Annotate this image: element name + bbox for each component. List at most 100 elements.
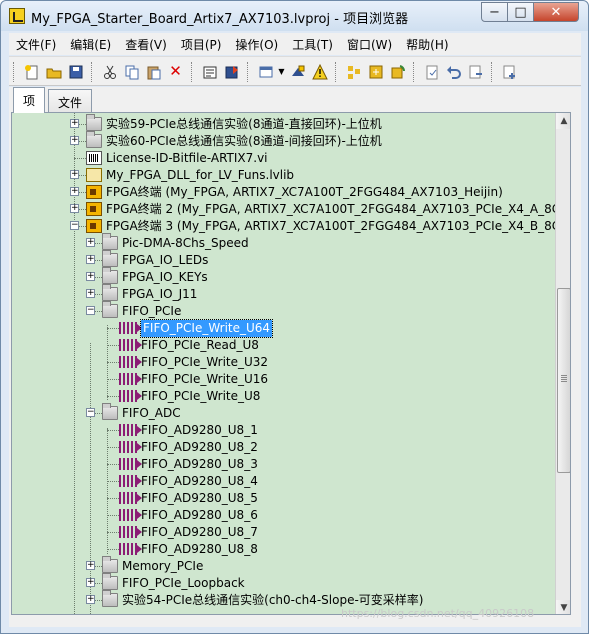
- menu-edit[interactable]: 编辑(E): [63, 36, 118, 53]
- tree-item[interactable]: + FPGA_IO_LEDs: [12, 250, 555, 269]
- open-icon[interactable]: [45, 63, 62, 80]
- tree-item-label[interactable]: FPGA_IO_KEYs: [122, 269, 208, 286]
- tab-items[interactable]: 项: [13, 87, 46, 113]
- scroll-down-arrow-icon[interactable]: ▼: [556, 600, 570, 614]
- add-icon[interactable]: [501, 63, 518, 80]
- tree-item-label[interactable]: FPGA终端 (My_FPGA, ARTIX7_XC7A100T_2FGG484…: [106, 184, 503, 201]
- tree-item-label[interactable]: FIFO_PCIe_Write_U8: [141, 388, 260, 405]
- vertical-scrollbar[interactable]: ▲ ▼: [555, 113, 570, 614]
- copy-icon[interactable]: [123, 63, 140, 80]
- tree-item[interactable]: + Pic-DMA-8Chs_Speed: [12, 233, 555, 252]
- warning-icon[interactable]: [311, 63, 328, 80]
- new-icon[interactable]: [23, 63, 40, 80]
- tree-item[interactable]: FIFO_PCIe_Read_U8: [12, 337, 555, 354]
- expand-icon[interactable]: +: [70, 170, 79, 179]
- tree-item-label[interactable]: FPGA终端 3 (My_FPGA, ARTIX7_XC7A100T_2FGG4…: [106, 218, 570, 235]
- minimize-button[interactable]: −: [481, 2, 508, 22]
- scroll-up-arrow-icon[interactable]: ▲: [556, 113, 570, 129]
- tab-files[interactable]: 文件: [48, 89, 93, 112]
- tree-item-label[interactable]: FPGA_IO_LEDs: [122, 252, 208, 269]
- tree-item[interactable]: + FIFO_PCIe_Loopback: [12, 573, 555, 592]
- tree-item[interactable]: − FIFO_ADC: [12, 403, 555, 422]
- tree-item-label[interactable]: Memory_PCIe: [122, 558, 203, 575]
- tree-item[interactable]: FIFO_AD9280_U8_8: [12, 541, 555, 558]
- menu-operate[interactable]: 操作(O): [228, 36, 285, 53]
- menu-help[interactable]: 帮助(H): [399, 36, 455, 53]
- menu-project[interactable]: 项目(P): [174, 36, 229, 53]
- tree-item[interactable]: FIFO_PCIe_Write_U32: [12, 354, 555, 371]
- deploy-icon[interactable]: [223, 63, 240, 80]
- title-bar[interactable]: My_FPGA_Starter_Board_Artix7_AX7103.lvpr…: [1, 1, 588, 31]
- expand-icon[interactable]: +: [70, 136, 79, 145]
- tree-item-label[interactable]: FIFO_AD9280_U8_3: [141, 456, 258, 473]
- tree-item[interactable]: + FPGA终端 2 (My_FPGA, ARTIX7_XC7A100T_2FGG…: [12, 201, 570, 218]
- view-dropdown-chevron-down-icon[interactable]: ▼: [273, 63, 290, 80]
- refresh-icon[interactable]: [389, 63, 406, 80]
- collapse-icon[interactable]: −: [86, 306, 95, 315]
- tree-item-label[interactable]: FIFO_PCIe_Loopback: [122, 575, 245, 592]
- tree-item-label[interactable]: FIFO_AD9280_U8_6: [141, 507, 258, 524]
- expand-icon[interactable]: +: [70, 204, 79, 213]
- tree-item[interactable]: − FIFO_PCIe: [12, 301, 555, 320]
- tree-item-label[interactable]: 实验59-PCIe总线通信实验(8通道-直接回环)-上位机: [106, 116, 382, 133]
- paste-icon[interactable]: [145, 63, 162, 80]
- collapse-icon[interactable]: −: [86, 408, 95, 417]
- expand-icon[interactable]: +: [86, 561, 95, 570]
- tree-item-label[interactable]: FIFO_PCIe_Write_U64: [139, 319, 274, 338]
- expand-icon[interactable]: +: [86, 238, 95, 247]
- close-button[interactable]: ✕: [533, 2, 579, 22]
- tree-item[interactable]: + FPGA_IO_J11: [12, 284, 555, 303]
- tree-item-label[interactable]: FPGA终端 2 (My_FPGA, ARTIX7_XC7A100T_2FGG4…: [106, 201, 570, 218]
- tree-item-label[interactable]: License-ID-Bitfile-ARTIX7.vi: [106, 150, 268, 167]
- collapse-icon[interactable]: [345, 63, 362, 80]
- tree-item[interactable]: FIFO_AD9280_U8_5: [12, 490, 555, 507]
- tree-item[interactable]: License-ID-Bitfile-ARTIX7.vi: [12, 150, 555, 167]
- tree-item-label[interactable]: FIFO_AD9280_U8_4: [141, 473, 258, 490]
- expand-icon[interactable]: +: [86, 289, 95, 298]
- save-all-icon[interactable]: [67, 63, 84, 80]
- menu-tools[interactable]: 工具(T): [285, 36, 340, 53]
- delete-icon[interactable]: ✕: [167, 63, 184, 80]
- resolve-icon[interactable]: [423, 63, 440, 80]
- tree-item-label[interactable]: FIFO_ADC: [122, 405, 181, 422]
- tree-item[interactable]: FIFO_AD9280_U8_3: [12, 456, 555, 473]
- collapse-icon[interactable]: −: [70, 221, 79, 230]
- expand-icon[interactable]: +: [86, 578, 95, 587]
- expand-icon[interactable]: +: [86, 255, 95, 264]
- tree-item-label[interactable]: Pic-DMA-8Chs_Speed: [122, 235, 249, 252]
- menu-window[interactable]: 窗口(W): [340, 36, 399, 53]
- maximize-button[interactable]: □: [507, 2, 534, 22]
- view-icon[interactable]: [257, 63, 274, 80]
- undo-icon[interactable]: [445, 63, 462, 80]
- tree-item-label[interactable]: FIFO_PCIe_Read_U8: [141, 337, 259, 354]
- tree-item[interactable]: FIFO_PCIe_Write_U16: [12, 371, 555, 388]
- tree-item-label[interactable]: FIFO_AD9280_U8_8: [141, 541, 258, 558]
- tree-item[interactable]: + My_FPGA_DLL_for_LV_Funs.lvlib: [12, 167, 555, 184]
- tree-item-label[interactable]: FIFO_PCIe_Write_U32: [141, 354, 268, 371]
- tree-item-label[interactable]: FIFO_AD9280_U8_2: [141, 439, 258, 456]
- expand-icon[interactable]: +: [70, 119, 79, 128]
- tree-item[interactable]: FIFO_AD9280_U8_7: [12, 524, 555, 541]
- menu-file[interactable]: 文件(F): [9, 36, 63, 53]
- tree-item[interactable]: + FPGA_IO_KEYs: [12, 267, 555, 286]
- tree-item[interactable]: FIFO_PCIe_Write_U64: [12, 319, 555, 338]
- tree-item-label[interactable]: FIFO_PCIe_Write_U16: [141, 371, 268, 388]
- expand-icon[interactable]: +: [86, 595, 95, 604]
- tree-item[interactable]: FIFO_AD9280_U8_2: [12, 439, 555, 456]
- tree-item-label[interactable]: My_FPGA_DLL_for_LV_Funs.lvlib: [106, 167, 294, 184]
- expand-icon[interactable]: [367, 63, 384, 80]
- tree-item-label[interactable]: FIFO_PCIe: [122, 303, 181, 320]
- tree-item[interactable]: FIFO_AD9280_U8_6: [12, 507, 555, 524]
- cut-icon[interactable]: [101, 63, 118, 80]
- tree-item-label[interactable]: FIFO_AD9280_U8_1: [141, 422, 258, 439]
- tree-item-label[interactable]: FIFO_AD9280_U8_5: [141, 490, 258, 507]
- build-icon[interactable]: [201, 63, 218, 80]
- tree-item-label[interactable]: FIFO_AD9280_U8_7: [141, 524, 258, 541]
- tree-item[interactable]: − FPGA终端 3 (My_FPGA, ARTIX7_XC7A100T_2FGG…: [12, 218, 570, 235]
- redo-icon[interactable]: [467, 63, 484, 80]
- tree-item[interactable]: + FPGA终端 (My_FPGA, ARTIX7_XC7A100T_2FGG48…: [12, 184, 555, 201]
- expand-icon[interactable]: +: [86, 272, 95, 281]
- tree-item[interactable]: FIFO_AD9280_U8_4: [12, 473, 555, 490]
- tree-item-label[interactable]: 实验60-PCIe总线通信实验(8通道-间接回环)-上位机: [106, 133, 382, 150]
- tree-item[interactable]: + Memory_PCIe: [12, 556, 555, 575]
